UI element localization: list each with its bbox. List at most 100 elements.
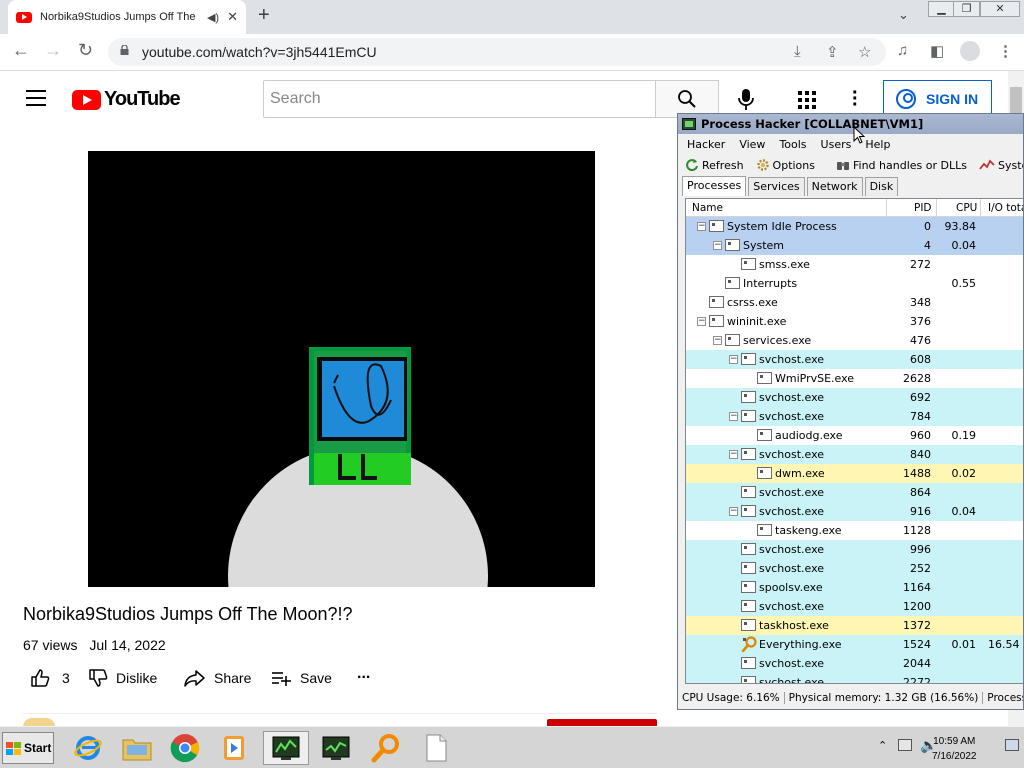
taskbar-explorer[interactable] <box>117 731 157 765</box>
process-hacker-titlebar[interactable]: Process Hacker [COLLABNET\VM1] <box>678 114 1023 134</box>
tree-collapse-icon[interactable]: − <box>697 222 706 231</box>
process-row[interactable]: − services.exe 476 <box>686 331 1023 350</box>
apps-grid-icon[interactable] <box>798 91 816 109</box>
process-tree-list[interactable]: Name PID CPU I/O tota − System Idle Proce… <box>685 198 1023 684</box>
column-divider[interactable] <box>980 199 981 217</box>
process-row[interactable]: dwm.exe 1488 0.02 <box>686 464 1023 483</box>
tree-collapse-icon[interactable]: − <box>713 241 722 250</box>
process-row[interactable]: taskeng.exe 1128 <box>686 521 1023 540</box>
install-icon[interactable]: ⤓ <box>794 43 801 60</box>
process-row[interactable]: Interrupts 0.55 <box>686 274 1023 293</box>
scrollbar-thumb[interactable] <box>1010 87 1022 113</box>
process-row[interactable]: − svchost.exe 916 0.04 <box>686 502 1023 521</box>
taskbar-internet-explorer[interactable] <box>68 731 108 765</box>
tree-collapse-icon[interactable]: − <box>729 355 738 364</box>
forward-arrow-icon[interactable]: → <box>44 40 62 61</box>
process-row[interactable]: − svchost.exe 784 <box>686 407 1023 426</box>
column-divider[interactable] <box>936 199 937 217</box>
process-row[interactable]: svchost.exe 864 <box>686 483 1023 502</box>
process-row[interactable]: svchost.exe 2272 <box>686 673 1023 683</box>
video-player[interactable] <box>88 151 595 587</box>
settings-more-icon[interactable]: · · · <box>852 83 859 115</box>
more-actions-button[interactable]: ... <box>357 665 370 683</box>
process-row[interactable]: Everything.exe 1524 0.01 16.54 <box>686 635 1023 654</box>
tree-collapse-icon[interactable]: − <box>697 317 706 326</box>
process-row[interactable]: − System 4 0.04 <box>686 236 1023 255</box>
process-row[interactable]: audiodg.exe 960 0.19 <box>686 426 1023 445</box>
menu-users[interactable]: Users <box>821 138 852 151</box>
restore-button[interactable]: ❐ <box>953 1 980 17</box>
youtube-logo[interactable]: YouTube <box>72 88 181 111</box>
save-button[interactable]: Save <box>270 668 332 688</box>
bookmark-star-icon[interactable]: ☆ <box>858 43 871 61</box>
column-divider[interactable] <box>886 199 887 217</box>
tree-collapse-icon[interactable]: − <box>729 412 738 421</box>
process-row[interactable]: svchost.exe 692 <box>686 388 1023 407</box>
network-icon[interactable] <box>898 739 912 751</box>
process-row[interactable]: − wininit.exe 376 <box>686 312 1023 331</box>
reload-icon[interactable]: ↻ <box>78 40 93 61</box>
dislike-button[interactable]: Dislike <box>88 668 157 688</box>
taskbar-process-hacker[interactable] <box>263 731 309 765</box>
tab-processes[interactable]: Processes <box>682 176 747 196</box>
like-button[interactable]: 3 <box>30 668 70 688</box>
close-window-button[interactable]: ✕ <box>980 1 1020 17</box>
column-header-name[interactable]: Name <box>692 202 723 214</box>
options-button[interactable]: Options <box>756 158 815 172</box>
process-row[interactable]: svchost.exe 996 <box>686 540 1023 559</box>
speaker-icon[interactable]: ◀) <box>207 11 219 24</box>
taskbar-chrome[interactable] <box>165 731 205 765</box>
process-row[interactable]: spoolsv.exe 1164 <box>686 578 1023 597</box>
taskbar-media-player[interactable] <box>214 731 254 765</box>
back-arrow-icon[interactable]: ← <box>12 40 30 61</box>
hamburger-menu-icon[interactable] <box>26 90 46 106</box>
tab-services[interactable]: Services <box>748 177 805 196</box>
refresh-button[interactable]: Refresh <box>685 158 744 172</box>
process-row[interactable]: − svchost.exe 840 <box>686 445 1023 464</box>
menu-view[interactable]: View <box>739 138 765 151</box>
menu-hacker[interactable]: Hacker <box>687 138 725 151</box>
column-header-pid[interactable]: PID <box>914 202 932 214</box>
process-row[interactable]: csrss.exe 348 <box>686 293 1023 312</box>
minimize-button[interactable]: ▁ <box>928 1 955 17</box>
tree-collapse-icon[interactable]: − <box>729 507 738 516</box>
microphone-icon[interactable] <box>736 88 756 112</box>
find-handles-button[interactable]: Find handles or DLLs <box>836 158 967 172</box>
media-control-icon[interactable]: ♫ <box>897 42 908 59</box>
process-row[interactable]: − System Idle Process 0 93.84 <box>686 217 1023 236</box>
taskbar-process-hacker-2[interactable] <box>316 731 356 765</box>
taskbar-blank-document[interactable] <box>416 731 456 765</box>
tab-network[interactable]: Network <box>806 177 863 196</box>
process-row[interactable]: svchost.exe 252 <box>686 559 1023 578</box>
tree-collapse-icon[interactable]: − <box>713 336 722 345</box>
column-header-io-total[interactable]: I/O tota <box>988 202 1023 214</box>
taskbar-everything[interactable] <box>366 731 406 765</box>
menu-tools[interactable]: Tools <box>779 138 806 151</box>
process-row[interactable]: svchost.exe 2044 <box>686 654 1023 673</box>
process-row[interactable]: WmiPrvSE.exe 2628 <box>686 369 1023 388</box>
side-panel-icon[interactable]: ◧ <box>930 42 944 60</box>
show-desktop-icon[interactable] <box>1005 739 1019 751</box>
browser-tab[interactable]: Norbika9Studios Jumps Off The ◀) ✕ <box>8 0 246 34</box>
start-button[interactable]: Start <box>2 732 54 764</box>
share-button[interactable]: Share <box>184 668 251 688</box>
tab-search-chevron-icon[interactable]: ⌄ <box>898 7 909 23</box>
chrome-menu-icon[interactable]: ⋮ <box>998 42 1013 60</box>
tree-collapse-icon[interactable]: − <box>729 450 738 459</box>
share-icon[interactable]: ⇪ <box>826 43 839 61</box>
process-row[interactable]: smss.exe 272 <box>686 255 1023 274</box>
tab-disk[interactable]: Disk <box>864 177 899 196</box>
system-information-button[interactable]: System in <box>979 158 1023 172</box>
column-header-cpu[interactable]: CPU <box>956 202 977 214</box>
menu-help[interactable]: Help <box>865 138 890 151</box>
profile-avatar-icon[interactable] <box>960 41 980 61</box>
process-row[interactable]: svchost.exe 1200 <box>686 597 1023 616</box>
new-tab-button[interactable]: + <box>258 4 270 27</box>
tab-close-icon[interactable]: ✕ <box>227 9 238 25</box>
address-bar[interactable]: youtube.com/watch?v=3jh5441EmCU ⤓ ⇪ ☆ <box>108 38 886 66</box>
process-row[interactable]: taskhost.exe 1372 <box>686 616 1023 635</box>
taskbar-clock[interactable]: 10:59 AM 7/16/2022 <box>932 734 977 764</box>
process-row[interactable]: − svchost.exe 608 <box>686 350 1023 369</box>
search-input[interactable]: Search <box>263 80 656 118</box>
show-hidden-icons-chevron-icon[interactable]: ⌃ <box>878 739 887 752</box>
